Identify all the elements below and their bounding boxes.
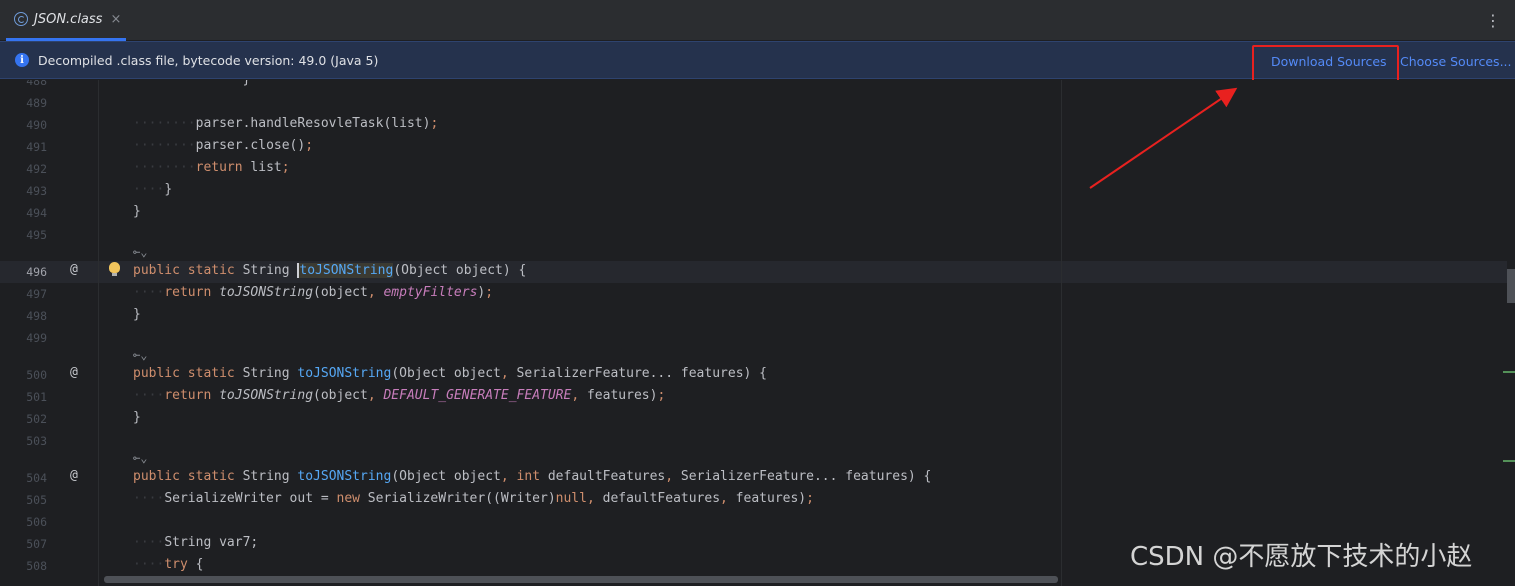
line-number: 493 bbox=[26, 184, 47, 198]
code-line[interactable]: ····SerializeWriter out = new SerializeW… bbox=[133, 491, 814, 506]
class-file-icon bbox=[14, 12, 28, 26]
annotation-highlight-box bbox=[1252, 45, 1399, 83]
code-line[interactable]: } bbox=[133, 410, 141, 425]
line-number: 491 bbox=[26, 140, 47, 154]
inlay-hint-icon[interactable]: ⟜⌄ bbox=[133, 245, 147, 259]
line-number: 496 bbox=[26, 265, 47, 279]
info-icon: i bbox=[15, 53, 29, 67]
change-marker bbox=[1503, 371, 1515, 373]
line-number: 500 bbox=[26, 368, 47, 382]
inlay-hint-icon[interactable]: ⟜⌄ bbox=[133, 451, 147, 465]
right-margin-guide bbox=[1061, 80, 1062, 586]
overrides-marker-icon[interactable]: @ bbox=[70, 262, 78, 277]
overrides-marker-icon[interactable]: @ bbox=[70, 365, 78, 380]
horizontal-scrollbar[interactable] bbox=[104, 576, 1058, 583]
overrides-marker-icon[interactable]: @ bbox=[70, 468, 78, 483]
code-line[interactable]: public static String toJSONString(Object… bbox=[133, 263, 526, 278]
code-line[interactable]: ········parser.close(); bbox=[133, 138, 313, 153]
code-line[interactable]: ····return toJSONString(object, DEFAULT_… bbox=[133, 388, 665, 403]
line-number: 488 bbox=[26, 80, 47, 88]
inlay-hint-icon[interactable]: ⟜⌄ bbox=[133, 348, 147, 362]
code-line[interactable]: public static String toJSONString(Object… bbox=[133, 366, 767, 381]
code-line[interactable]: } bbox=[133, 204, 141, 219]
code-line[interactable]: ····try { bbox=[133, 557, 203, 572]
tab-json-class[interactable]: JSON.class × bbox=[6, 0, 126, 41]
banner-message: Decompiled .class file, bytecode version… bbox=[38, 52, 379, 68]
line-number: 489 bbox=[26, 96, 47, 110]
editor-tab-bar: JSON.class × ⋮ bbox=[0, 0, 1515, 41]
change-marker bbox=[1503, 460, 1515, 462]
code-line[interactable]: ········return list; bbox=[133, 160, 290, 175]
line-number: 490 bbox=[26, 118, 47, 132]
watermark: CSDN @不愿放下技术的小赵 bbox=[1130, 542, 1473, 572]
line-number: 497 bbox=[26, 287, 47, 301]
code-line[interactable]: ··············} bbox=[133, 80, 250, 87]
line-number: 508 bbox=[26, 559, 47, 573]
code-line[interactable]: public static String toJSONString(Object… bbox=[133, 469, 931, 484]
code-line[interactable]: ········parser.handleResovleTask(list); bbox=[133, 116, 438, 131]
line-number: 502 bbox=[26, 412, 47, 426]
line-number: 504 bbox=[26, 471, 47, 485]
line-number: 503 bbox=[26, 434, 47, 448]
lightbulb-icon[interactable] bbox=[109, 262, 120, 276]
gutter-divider bbox=[98, 80, 99, 586]
line-number: 498 bbox=[26, 309, 47, 323]
line-number: 501 bbox=[26, 390, 47, 404]
line-number: 507 bbox=[26, 537, 47, 551]
tab-title: JSON.class bbox=[34, 11, 103, 27]
code-line[interactable]: } bbox=[133, 307, 141, 322]
line-number: 506 bbox=[26, 515, 47, 529]
choose-sources-link[interactable]: Choose Sources... bbox=[1400, 42, 1512, 80]
code-editor[interactable]: 488 489 490 491 492 493 494 495 496 497 … bbox=[0, 80, 1515, 586]
line-number: 505 bbox=[26, 493, 47, 507]
code-line[interactable]: ····return toJSONString(object, emptyFil… bbox=[133, 285, 493, 300]
line-number: 495 bbox=[26, 228, 47, 242]
code-line[interactable]: ····} bbox=[133, 182, 172, 197]
close-icon[interactable]: × bbox=[110, 12, 121, 27]
more-options-icon[interactable]: ⋮ bbox=[1485, 11, 1501, 30]
code-line[interactable]: ····String var7; bbox=[133, 535, 258, 550]
vertical-scrollbar[interactable] bbox=[1507, 269, 1515, 303]
line-number: 494 bbox=[26, 206, 47, 220]
line-number: 492 bbox=[26, 162, 47, 176]
line-number: 499 bbox=[26, 331, 47, 345]
